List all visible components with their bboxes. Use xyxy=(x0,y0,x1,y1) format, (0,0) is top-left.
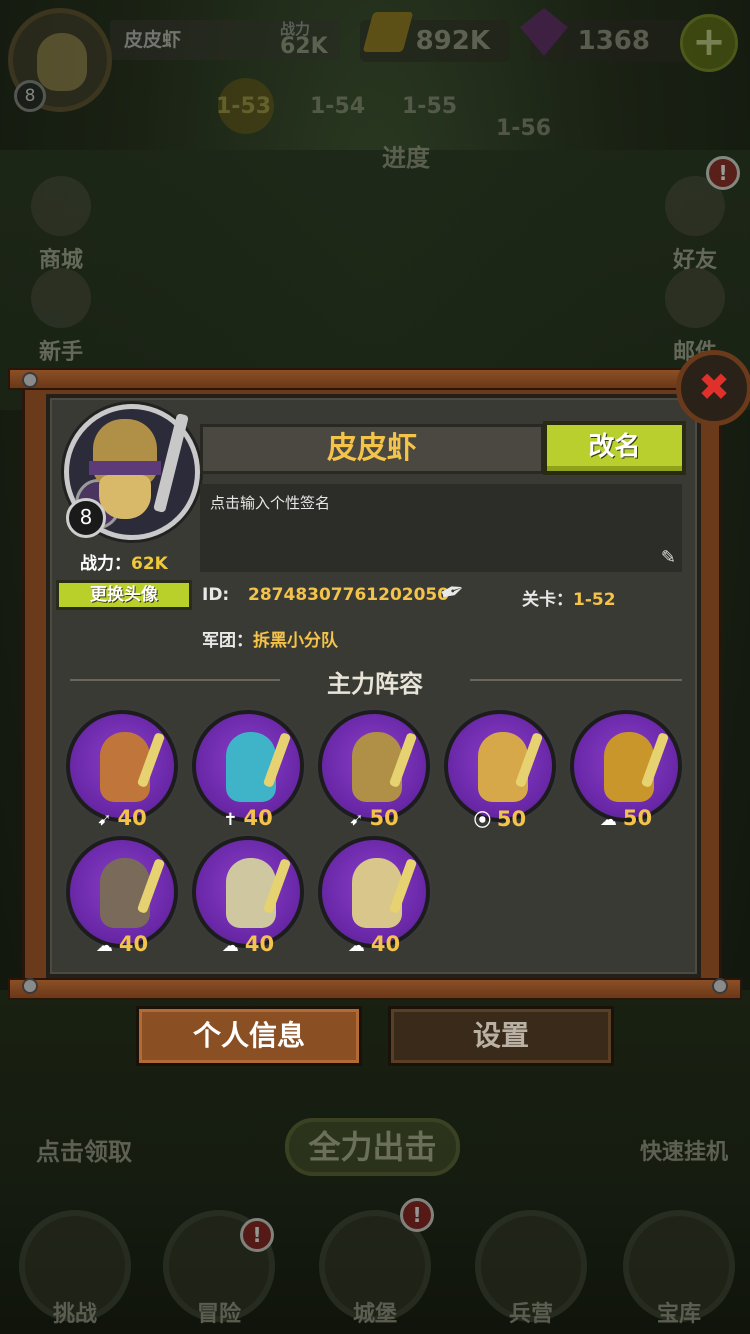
hero-level-value: 40 xyxy=(117,806,147,830)
top-power: 战力 62K xyxy=(280,20,328,59)
hero-slot[interactable]: ☁ 40 xyxy=(66,836,178,956)
quick-idle-label[interactable]: 快速挂机 xyxy=(640,1134,728,1166)
nail-icon xyxy=(22,372,38,388)
power-label: 战力： xyxy=(80,554,131,574)
top-bar: 皮皮虾 8 战力 62K 892K 1368 + xyxy=(0,0,750,112)
friends-button[interactable]: 好友 xyxy=(650,176,740,274)
hero-level: ➹ 50 xyxy=(326,806,422,832)
full-attack-button[interactable]: 全力出击 xyxy=(285,1118,460,1176)
signature-placeholder: 点击输入个性签名 xyxy=(210,494,331,512)
nail-icon xyxy=(22,978,38,994)
id-value: 28748307761202050 xyxy=(248,585,450,605)
hero-class-icon: ⦿ xyxy=(473,811,491,831)
nav-challenge[interactable]: 挑战 xyxy=(10,1210,140,1334)
hero-class-icon: ☁ xyxy=(221,936,239,956)
top-power-value: 62K xyxy=(280,34,328,59)
id-label: ID: xyxy=(202,585,230,605)
hero-level-value: 50 xyxy=(496,807,527,831)
claim-chest-label[interactable]: 点击领取 xyxy=(36,1132,132,1167)
top-level-badge: 8 xyxy=(14,80,46,112)
hero-slot[interactable]: ⦿ 50 xyxy=(444,710,556,831)
change-avatar-button[interactable]: 更换头像 xyxy=(56,580,192,610)
frame-bottom-beam xyxy=(8,978,742,1000)
hero-slot[interactable]: ✝ 40 xyxy=(192,710,304,830)
hero-level-value: 40 xyxy=(243,806,273,830)
nav-treasury[interactable]: 宝库 xyxy=(614,1210,744,1334)
hero-class-icon: ➹ xyxy=(349,810,364,830)
shop-icon xyxy=(31,176,91,236)
hero-class-icon: ☁ xyxy=(599,810,617,830)
stage-node: 1-56 xyxy=(496,116,552,141)
hero-slot[interactable]: ➹ 40 xyxy=(66,710,178,830)
nav-treasury-label: 宝库 xyxy=(656,1302,701,1327)
nail-icon xyxy=(712,978,728,994)
signature-input[interactable]: 点击输入个性签名 ✎ xyxy=(200,484,682,572)
player-name: 皮皮虾 xyxy=(200,424,544,474)
hero-slot[interactable]: ☁ 40 xyxy=(192,836,304,956)
stage-node: 1-53 xyxy=(216,94,272,119)
power-value: 62K xyxy=(131,554,168,574)
beginner-icon xyxy=(31,268,91,328)
friends-alert-badge: ! xyxy=(706,156,740,190)
hero-class-icon: ☁ xyxy=(95,936,113,956)
hero-level-value: 40 xyxy=(370,932,401,956)
shop-button[interactable]: 商城 xyxy=(16,176,106,274)
divider-right xyxy=(470,679,682,681)
adventure-alert-badge: ! xyxy=(240,1218,274,1252)
hero-class-icon: ☁ xyxy=(347,936,365,956)
hero-level: ➹ 40 xyxy=(74,806,170,832)
lineup-title: 主力阵容 xyxy=(327,670,423,698)
player-power: 战力：62K xyxy=(80,549,168,574)
avatar-face xyxy=(37,33,87,91)
nav-barracks-label: 兵营 xyxy=(508,1302,553,1327)
hero-level-value: 40 xyxy=(244,932,275,956)
player-level-badge: 8 xyxy=(66,498,106,538)
hero-slot[interactable]: ➹ 50 xyxy=(318,710,430,830)
hero-level-value: 50 xyxy=(622,806,653,830)
close-button[interactable]: ✖ xyxy=(676,350,750,426)
divider-left xyxy=(70,679,280,681)
mail-icon xyxy=(665,268,725,328)
edit-feather-icon: ✎ xyxy=(660,547,676,568)
beginner-button[interactable]: 新手 xyxy=(16,268,106,366)
hero-level: ☁ 50 xyxy=(578,806,674,832)
hero-level: ☁ 40 xyxy=(74,932,170,958)
hero-level: ☁ 40 xyxy=(200,932,296,958)
add-gems-button[interactable]: + xyxy=(680,14,738,72)
hero-level-value: 50 xyxy=(369,806,399,830)
nav-castle-label: 城堡 xyxy=(352,1302,397,1327)
hero-slot[interactable]: ☁ 50 xyxy=(570,710,682,830)
stage-row: 关卡：1-52 xyxy=(522,585,616,610)
legion-row: 军团：拆黑小分队 xyxy=(202,626,338,651)
hero-level: ⦿ 50 xyxy=(452,806,548,832)
castle-alert-badge: ! xyxy=(400,1198,434,1232)
hero-level: ☁ 40 xyxy=(326,932,422,958)
hero-level-value: 40 xyxy=(118,932,149,956)
hero-slot[interactable]: ☁ 40 xyxy=(318,836,430,956)
nav-adventure-label: 冒险 xyxy=(196,1302,241,1327)
nav-challenge-label: 挑战 xyxy=(52,1302,97,1327)
stage-value: 1-52 xyxy=(573,590,616,610)
hero-level: ✝ 40 xyxy=(200,806,296,832)
id-value-row: 28748307761202050 xyxy=(248,585,449,605)
legion-value: 拆黑小分队 xyxy=(253,631,338,651)
hero-class-icon: ✝ xyxy=(223,810,238,830)
beginner-label: 新手 xyxy=(38,340,83,365)
tab-personal-info[interactable]: 个人信息 xyxy=(136,1006,362,1066)
id-row: ID: xyxy=(202,585,229,605)
rename-button[interactable]: 改名 xyxy=(543,421,686,475)
progress-label: 进度 xyxy=(382,144,430,172)
nav-barracks[interactable]: 兵营 xyxy=(466,1210,596,1334)
stage-node: 1-55 xyxy=(402,94,458,119)
hero-beard xyxy=(99,475,151,519)
tab-settings[interactable]: 设置 xyxy=(388,1006,614,1066)
hero-class-icon: ➹ xyxy=(97,810,112,830)
stage-label: 关卡： xyxy=(522,590,573,610)
stage-node: 1-54 xyxy=(310,94,366,119)
hero-headband xyxy=(89,461,161,475)
frame-top-beam xyxy=(8,368,742,390)
legion-label: 军团： xyxy=(202,631,253,651)
